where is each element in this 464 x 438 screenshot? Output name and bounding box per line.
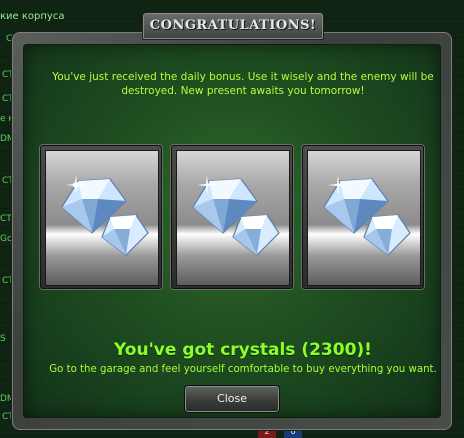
reward-hint: Go to the garage and feel yourself comfo… xyxy=(49,364,437,375)
bonus-message: You've just received the daily bonus. Us… xyxy=(52,71,434,97)
daily-bonus-dialog: You've just received the daily bonus. Us… xyxy=(12,32,452,430)
dialog-panel: You've just received the daily bonus. Us… xyxy=(23,44,441,418)
dialog-title: CONGRATULATIONS! xyxy=(142,12,324,40)
reward-heading: You've got crystals (2300)! xyxy=(114,340,372,360)
slot-face xyxy=(45,150,159,286)
reward-slot-1 xyxy=(40,145,162,289)
crystal-icon xyxy=(61,175,149,256)
reward-slot-2 xyxy=(171,145,293,289)
close-button[interactable]: Close xyxy=(184,385,280,413)
list-item: кие корпуса xyxy=(0,11,65,22)
slot-face xyxy=(307,150,421,286)
crystal-icon xyxy=(323,175,411,256)
crystal-icon xyxy=(192,175,280,256)
list-item: S xyxy=(0,334,6,344)
slot-face xyxy=(176,150,290,286)
reward-slot-3 xyxy=(302,145,424,289)
